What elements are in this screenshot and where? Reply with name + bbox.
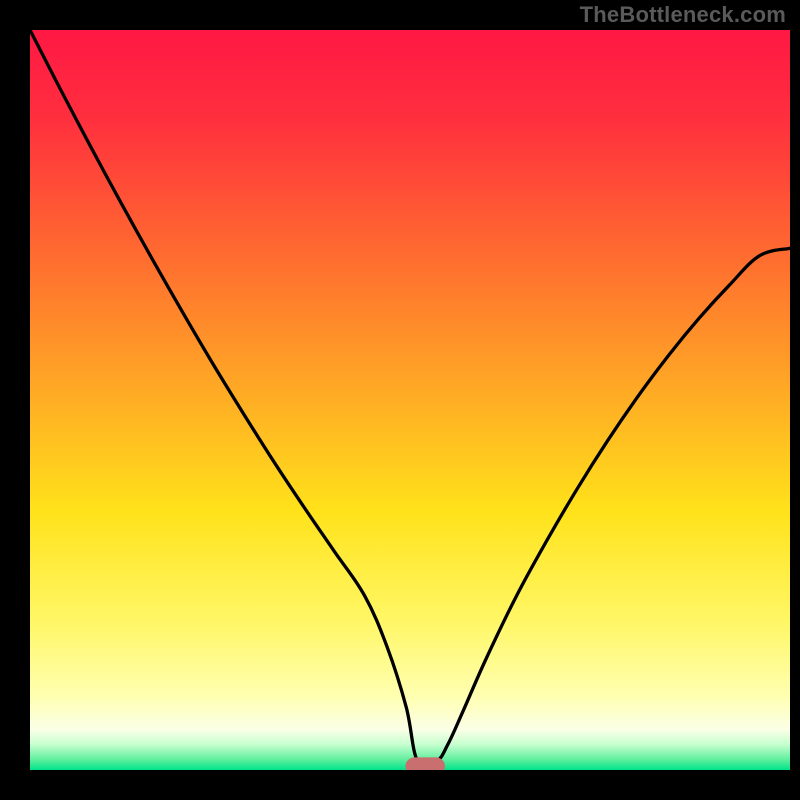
plot-background — [30, 30, 790, 770]
optimal-marker — [405, 757, 445, 775]
bottleneck-chart — [0, 0, 800, 800]
watermark-label: TheBottleneck.com — [580, 2, 786, 28]
chart-frame: TheBottleneck.com — [0, 0, 800, 800]
